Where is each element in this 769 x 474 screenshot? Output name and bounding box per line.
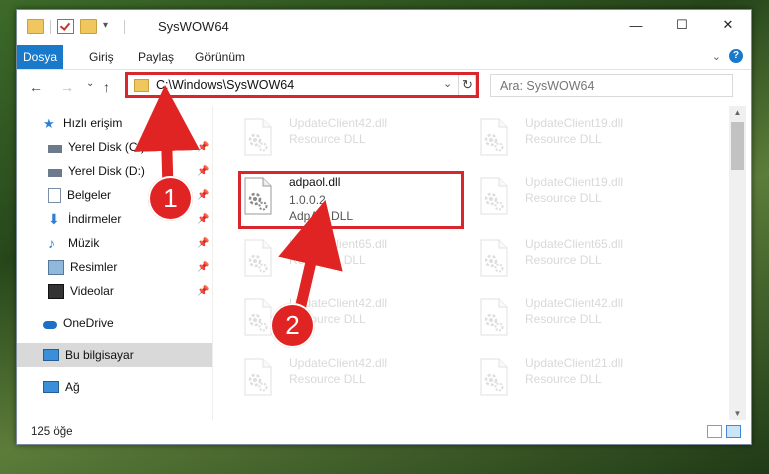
folder-icon bbox=[134, 79, 149, 92]
customize-toolbar-icon[interactable]: ▾ bbox=[103, 20, 118, 33]
window-title: SysWOW64 bbox=[158, 19, 229, 34]
dll-file-icon bbox=[477, 118, 511, 156]
sidebar-item-this-pc[interactable]: Bu bilgisayar bbox=[17, 343, 212, 367]
file-item[interactable]: UpdateClient21.dll Resource DLL bbox=[477, 350, 707, 404]
pin-icon[interactable]: 📌 bbox=[197, 214, 209, 225]
file-item[interactable]: UpdateClient65.dll Resource DLL bbox=[477, 231, 707, 285]
navigation-bar: ← → ⌄ ↑ C:\Windows\SysWOW64 ⌄ ↻ bbox=[17, 71, 751, 103]
chevron-down-icon[interactable]: ⌄ bbox=[712, 50, 721, 63]
maximize-button[interactable]: ☐ bbox=[659, 10, 705, 40]
tiles-view-icon[interactable] bbox=[726, 425, 741, 438]
step-badge-1: 1 bbox=[148, 176, 193, 221]
pin-icon[interactable]: 📌 bbox=[197, 262, 209, 273]
file-item[interactable]: UpdateClient42.dll Resource DLL bbox=[241, 110, 471, 164]
back-button[interactable]: ← bbox=[29, 79, 43, 95]
sidebar-item-pictures[interactable]: Resimler 📌 bbox=[17, 255, 212, 279]
up-button[interactable]: ↑ bbox=[103, 79, 110, 95]
dll-file-icon bbox=[477, 358, 511, 396]
pin-icon[interactable]: 📌 bbox=[197, 238, 209, 249]
recent-locations-button[interactable]: ⌄ bbox=[86, 78, 94, 89]
address-bar[interactable]: C:\Windows\SysWOW64 ⌄ ↻ bbox=[125, 73, 476, 97]
computer-icon bbox=[43, 349, 59, 361]
quick-access-toolbar: ▾ bbox=[27, 19, 125, 34]
help-icon[interactable]: ? bbox=[729, 49, 743, 63]
search-box[interactable] bbox=[490, 74, 733, 97]
sidebar-item-network[interactable]: Ağ bbox=[17, 375, 212, 399]
music-icon: ♪ bbox=[48, 234, 55, 251]
file-item[interactable]: UpdateClient42.dll Resource DLL bbox=[477, 290, 707, 344]
scroll-thumb[interactable] bbox=[731, 122, 744, 170]
file-item[interactable]: UpdateClient42.dll Resource DLL bbox=[241, 350, 471, 404]
search-input[interactable] bbox=[491, 75, 732, 96]
file-item[interactable]: UpdateClient19.dll Resource DLL bbox=[477, 169, 707, 223]
folder-icon bbox=[27, 19, 44, 34]
pin-icon[interactable]: 📌 bbox=[197, 190, 209, 201]
forward-button[interactable]: → bbox=[60, 79, 74, 95]
dll-file-icon bbox=[241, 239, 275, 277]
tab-file[interactable]: Dosya bbox=[17, 45, 63, 69]
vertical-scrollbar[interactable]: ▲ ▼ bbox=[729, 106, 746, 420]
dll-file-icon bbox=[477, 239, 511, 277]
sidebar-item-onedrive[interactable]: OneDrive bbox=[17, 311, 212, 335]
pin-icon[interactable]: 📌 bbox=[197, 286, 209, 297]
pin-icon[interactable]: 📌 bbox=[197, 166, 209, 177]
dll-file-icon bbox=[241, 358, 275, 396]
file-list: UpdateClient42.dll Resource DLL UpdateCl… bbox=[213, 106, 729, 420]
file-item[interactable]: UpdateClient19.dll Resource DLL bbox=[477, 110, 707, 164]
explorer-window: ▾ SysWOW64 — ☐ ✕ Dosya Giriş Paylaş Görü… bbox=[16, 9, 752, 445]
drive-icon bbox=[48, 144, 62, 153]
sidebar-item-disk-c[interactable]: Yerel Disk (C:) 📌 bbox=[17, 135, 212, 159]
file-item[interactable]: UpdateClient65.dll Resource DLL bbox=[241, 231, 471, 285]
dll-file-icon bbox=[477, 177, 511, 215]
tab-share[interactable]: Paylaş bbox=[138, 45, 174, 69]
videos-icon bbox=[48, 283, 64, 299]
sidebar-item-quick-access[interactable]: ★ Hızlı erişim bbox=[17, 111, 212, 135]
adpaol-file[interactable]: adpaol.dll 1.0.0.2 AdpAol DLL bbox=[241, 169, 471, 223]
cloud-icon bbox=[43, 320, 57, 329]
ribbon-tabs: Dosya Giriş Paylaş Görünüm ⌄ ? bbox=[17, 45, 751, 70]
dll-file-icon bbox=[241, 177, 275, 215]
new-folder-icon[interactable] bbox=[80, 19, 97, 34]
dll-file-icon bbox=[477, 298, 511, 336]
refresh-icon[interactable]: ↻ bbox=[458, 74, 476, 96]
navigation-pane: ★ Hızlı erişim Yerel Disk (C:) 📌 Yerel D… bbox=[17, 106, 213, 420]
status-bar: 125 öğe bbox=[17, 420, 751, 444]
title-bar: ▾ SysWOW64 — ☐ ✕ bbox=[17, 10, 751, 44]
download-icon: ⬇ bbox=[48, 210, 60, 227]
network-icon bbox=[43, 381, 59, 393]
scroll-up-icon[interactable]: ▲ bbox=[729, 108, 746, 117]
item-count: 125 öğe bbox=[31, 426, 73, 438]
tab-home[interactable]: Giriş bbox=[89, 45, 114, 69]
sidebar-item-videos[interactable]: Videolar 📌 bbox=[17, 279, 212, 303]
scroll-down-icon[interactable]: ▼ bbox=[729, 409, 746, 418]
documents-icon bbox=[48, 187, 61, 203]
step-badge-2: 2 bbox=[270, 303, 315, 348]
address-path[interactable]: C:\Windows\SysWOW64 bbox=[156, 78, 294, 92]
sidebar-item-music[interactable]: ♪ Müzik 📌 bbox=[17, 231, 212, 255]
tab-view[interactable]: Görünüm bbox=[195, 45, 245, 69]
pin-icon[interactable]: 📌 bbox=[197, 142, 209, 153]
close-button[interactable]: ✕ bbox=[705, 10, 751, 40]
properties-icon[interactable] bbox=[57, 19, 74, 34]
dll-file-icon bbox=[241, 118, 275, 156]
minimize-button[interactable]: — bbox=[613, 10, 659, 40]
star-icon: ★ bbox=[43, 115, 55, 131]
details-view-icon[interactable] bbox=[707, 425, 722, 438]
chevron-down-icon[interactable]: ⌄ bbox=[443, 77, 452, 90]
drive-icon bbox=[48, 168, 62, 177]
pictures-icon bbox=[48, 259, 64, 275]
